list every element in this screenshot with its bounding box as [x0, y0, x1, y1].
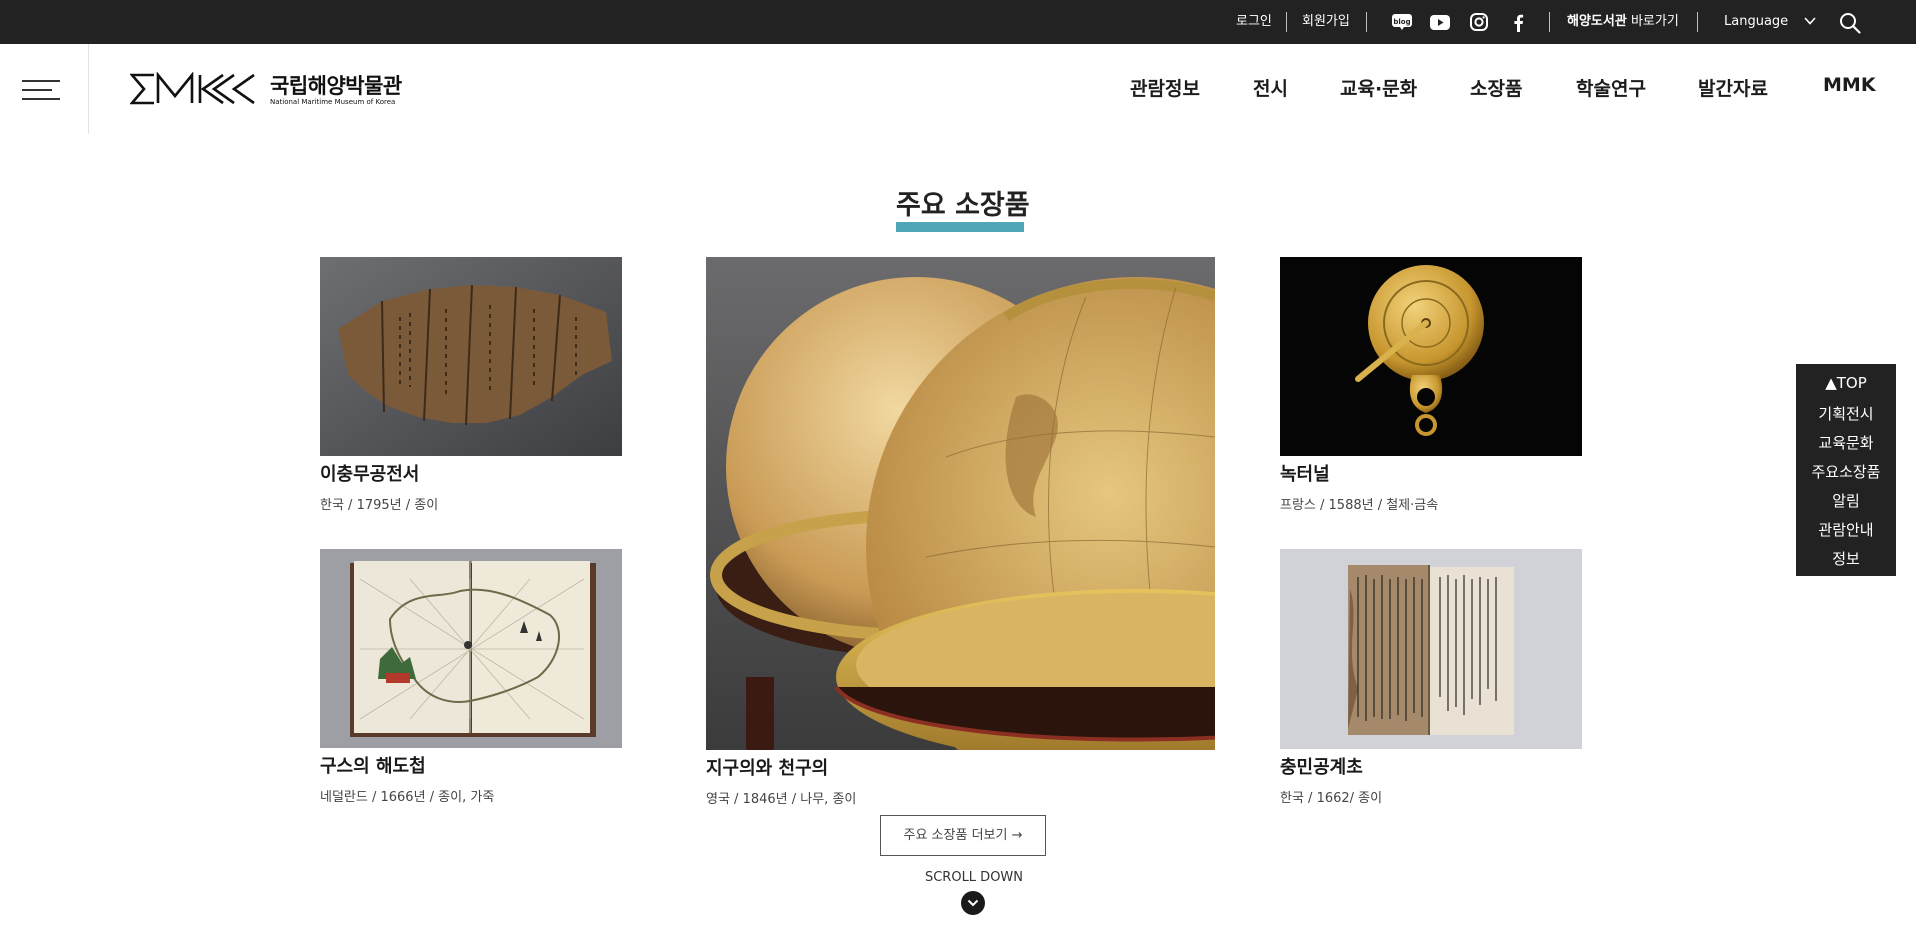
library-link[interactable]: 해양도서관 바로가기 [1567, 0, 1679, 44]
collection-thumb-1[interactable] [320, 257, 622, 456]
nav-visit-info[interactable]: 관람정보 [1130, 74, 1200, 102]
collection-title-2[interactable]: 구스의 해도첩 [320, 752, 426, 778]
blog-icon[interactable]: blog [1390, 10, 1414, 34]
collection-title-1[interactable]: 이충무공전서 [320, 460, 419, 486]
signup-link[interactable]: 회원가입 [1302, 0, 1350, 44]
login-link[interactable]: 로그인 [1236, 0, 1272, 44]
scroll-down-label: SCROLL DOWN [924, 870, 1024, 885]
svg-text:blog: blog [1393, 18, 1410, 26]
header-divider [88, 44, 89, 134]
collection-thumb-2[interactable] [320, 549, 622, 748]
youtube-icon[interactable] [1428, 10, 1452, 34]
more-collection-button[interactable]: 주요 소장품 더보기 → [880, 815, 1046, 856]
quick-menu-special-exhibition[interactable]: 기획전시 [1796, 403, 1896, 424]
collection-title-4[interactable]: 녹터널 [1280, 460, 1330, 486]
chevron-down-icon[interactable] [1803, 14, 1817, 28]
section-title: 주요 소장품 [896, 190, 1030, 221]
utility-bar: 로그인 회원가입 blog 해양도서관 바로가기 Language [0, 0, 1916, 44]
utility-divider [1549, 12, 1550, 32]
utility-divider [1366, 12, 1367, 32]
library-link-rest: 바로가기 [1626, 14, 1679, 29]
quick-menu-notice[interactable]: 알림 [1796, 490, 1896, 511]
facebook-icon[interactable] [1506, 10, 1530, 34]
quick-menu-education[interactable]: 교육문화 [1796, 432, 1896, 453]
nav-publications[interactable]: 발간자료 [1698, 74, 1768, 102]
search-icon[interactable] [1838, 11, 1862, 35]
collection-thumb-5[interactable] [1280, 549, 1582, 749]
section-title-underline [896, 222, 1024, 232]
quick-menu-info[interactable]: 정보 [1796, 548, 1896, 569]
quick-menu-visit-guide[interactable]: 관람안내 [1796, 519, 1896, 540]
library-link-strong: 해양도서관 [1567, 14, 1627, 29]
collection-meta-5: 한국 / 1662/ 종이 [1280, 791, 1383, 806]
collection-title-5[interactable]: 충민공계초 [1280, 753, 1363, 779]
logo-english-name: National Maritime Museum of Korea [270, 98, 396, 106]
collection-meta-2: 네덜란드 / 1666년 / 종이, 가죽 [320, 790, 495, 805]
site-header: 국립해양박물관 National Maritime Museum of Kore… [0, 44, 1916, 134]
collection-meta-1: 한국 / 1795년 / 종이 [320, 498, 439, 513]
utility-divider [1286, 12, 1287, 32]
mmk-logo-mark [129, 71, 255, 105]
instagram-icon[interactable] [1467, 10, 1491, 34]
collection-meta-4: 프랑스 / 1588년 / 철제·금속 [1280, 498, 1439, 513]
nav-education-culture[interactable]: 교육·문화 [1340, 74, 1417, 102]
nav-mmk[interactable]: MMK [1823, 74, 1876, 102]
collection-thumb-4[interactable] [1280, 257, 1582, 456]
nav-collection[interactable]: 소장품 [1470, 74, 1522, 102]
logo-korean-name: 국립해양박물관 [270, 74, 402, 98]
collection-title-3[interactable]: 지구의와 천구의 [706, 754, 828, 780]
utility-divider [1697, 12, 1698, 32]
hamburger-menu-icon[interactable] [22, 78, 60, 102]
collection-meta-3: 영국 / 1846년 / 나무, 종이 [706, 792, 857, 807]
quick-menu-collection[interactable]: 주요소장품 [1796, 461, 1896, 482]
nav-exhibition[interactable]: 전시 [1253, 74, 1288, 102]
collection-thumb-3[interactable] [706, 257, 1215, 750]
site-logo[interactable]: 국립해양박물관 National Maritime Museum of Kore… [129, 71, 410, 112]
scroll-down-icon[interactable] [961, 891, 985, 915]
nav-research[interactable]: 학술연구 [1576, 74, 1646, 102]
language-select[interactable]: Language [1724, 0, 1788, 44]
quick-menu: ▲TOP 기획전시 교육문화 주요소장품 알림 관람안내 정보 [1796, 364, 1896, 576]
quick-menu-top[interactable]: ▲TOP [1796, 374, 1896, 392]
